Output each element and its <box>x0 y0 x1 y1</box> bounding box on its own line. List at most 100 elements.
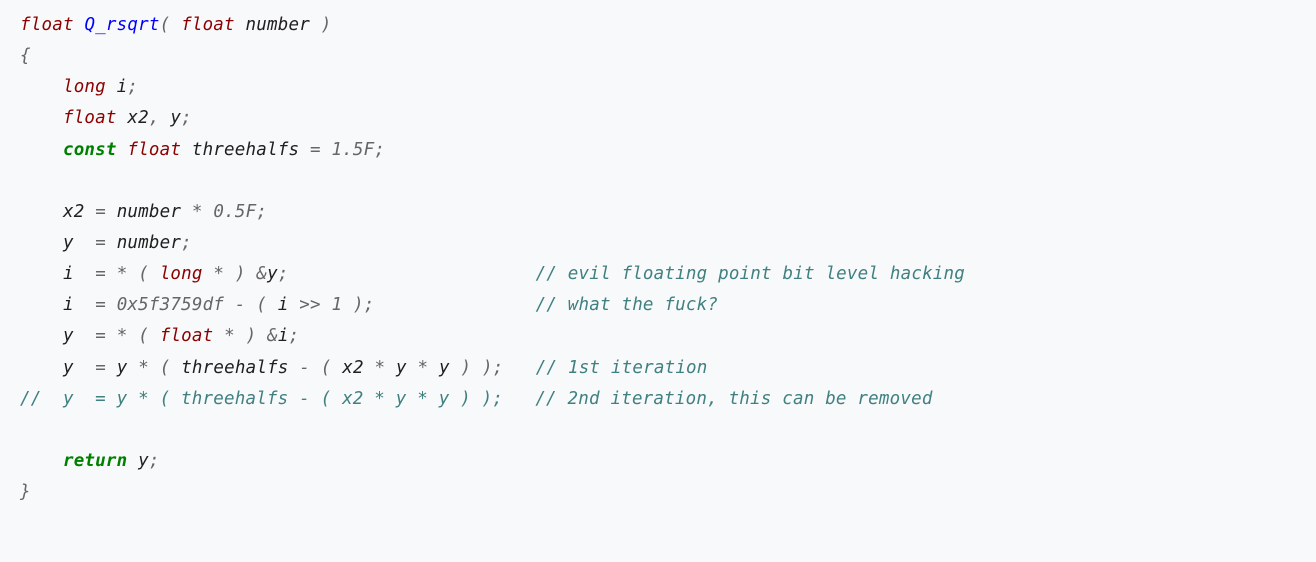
comment: // what the fuck? <box>536 295 719 315</box>
comment: // evil floating point bit level hacking <box>536 264 965 284</box>
param-type: float <box>181 15 235 35</box>
line-12: y = y * ( threehalfs - ( x2 * y * y ) );… <box>20 358 708 378</box>
line-10: i = 0x5f3759df - ( i >> 1 ); // what the… <box>20 295 718 315</box>
var-threehalfs: threehalfs <box>181 358 288 378</box>
var-i: i <box>117 77 128 97</box>
line-5: const float threehalfs = 1.5F; <box>20 140 385 160</box>
paren-close: ) <box>246 326 257 346</box>
lhs-y: y <box>63 326 84 346</box>
indent <box>20 295 63 315</box>
brace-open: { <box>20 46 31 66</box>
op-amp: & <box>256 264 267 284</box>
paren-close: ) <box>353 295 364 315</box>
var-y: y <box>138 451 149 471</box>
function-name: Q_rsqrt <box>84 15 159 35</box>
op-minus: - <box>235 295 246 315</box>
line-3: long i; <box>20 77 138 97</box>
semicolon: ; <box>181 108 192 128</box>
semicolon: ; <box>278 264 289 284</box>
op-eq: = <box>95 295 106 315</box>
op-star: * <box>418 358 429 378</box>
var-i: i <box>278 326 289 346</box>
op-star: * <box>138 358 149 378</box>
op-eq: = <box>95 202 106 222</box>
var-y: y <box>117 358 128 378</box>
op-eq: = <box>95 358 106 378</box>
lhs-i: i <box>63 295 84 315</box>
paren-open: ( <box>256 295 267 315</box>
type-long: long <box>160 264 203 284</box>
line-1: float Q_rsqrt( float number ) <box>20 15 331 35</box>
semicolon: ; <box>127 77 138 97</box>
indent <box>20 264 63 284</box>
paren-open: ( <box>321 358 332 378</box>
brace-close: } <box>20 482 31 502</box>
semicolon: ; <box>374 140 385 160</box>
var-y: y <box>267 264 278 284</box>
semicolon: ; <box>149 451 160 471</box>
paren-close: ) <box>482 358 493 378</box>
op-star: * <box>117 326 128 346</box>
semicolon: ; <box>181 233 192 253</box>
param-name: number <box>246 15 310 35</box>
pad <box>289 264 536 284</box>
pad <box>375 295 536 315</box>
comment: // 1st iteration <box>536 358 708 378</box>
type-long: long <box>63 77 106 97</box>
paren-close: ) <box>461 358 472 378</box>
lhs-y: y <box>63 358 84 378</box>
literal-int: 1 <box>332 295 343 315</box>
lhs-y: y <box>63 233 84 253</box>
rhs-number: number <box>117 202 181 222</box>
line-9: i = * ( long * ) &y; // evil floating po… <box>20 264 965 284</box>
indent <box>20 202 63 222</box>
comma: , <box>149 108 160 128</box>
semicolon: ; <box>256 202 267 222</box>
indent <box>20 77 63 97</box>
type-float: float <box>127 140 181 160</box>
op-minus: - <box>299 358 310 378</box>
var-y: y <box>396 358 407 378</box>
semicolon: ; <box>289 326 300 346</box>
semicolon: ; <box>364 295 375 315</box>
op-eq: = <box>310 140 321 160</box>
paren-open: ( <box>138 264 149 284</box>
var-x2: x2 <box>342 358 363 378</box>
lhs-i: i <box>63 264 84 284</box>
lhs-x2: x2 <box>63 202 84 222</box>
paren-open: ( <box>138 326 149 346</box>
paren-close: ) <box>321 15 332 35</box>
commented-line: // y = y * ( threehalfs - ( x2 * y * y )… <box>20 389 933 409</box>
op-star: * <box>192 202 203 222</box>
indent <box>20 108 63 128</box>
type-float: float <box>63 108 117 128</box>
op-star: * <box>224 326 235 346</box>
var-y: y <box>439 358 450 378</box>
keyword-return: return <box>63 451 127 471</box>
op-star: * <box>117 264 128 284</box>
var-x2: x2 <box>127 108 148 128</box>
indent <box>20 358 63 378</box>
literal-float: 0.5F <box>213 202 256 222</box>
line-7: x2 = number * 0.5F; <box>20 202 267 222</box>
var-y: y <box>170 108 181 128</box>
type-float: float <box>160 326 214 346</box>
type-keyword: float <box>20 15 74 35</box>
literal-float: 1.5F <box>331 140 374 160</box>
indent <box>20 326 63 346</box>
paren-open: ( <box>160 358 171 378</box>
paren-open: ( <box>160 15 171 35</box>
paren-close: ) <box>235 264 246 284</box>
indent <box>20 233 63 253</box>
op-eq: = <box>95 326 106 346</box>
pad <box>504 358 536 378</box>
indent <box>20 140 63 160</box>
indent <box>20 451 63 471</box>
var-threehalfs: threehalfs <box>192 140 299 160</box>
var-i: i <box>278 295 289 315</box>
line-4: float x2, y; <box>20 108 192 128</box>
code-block: float Q_rsqrt( float number ) { long i; … <box>0 0 1316 518</box>
op-star: * <box>375 358 386 378</box>
op-shift: >> <box>299 295 320 315</box>
line-11: y = * ( float * ) &i; <box>20 326 299 346</box>
